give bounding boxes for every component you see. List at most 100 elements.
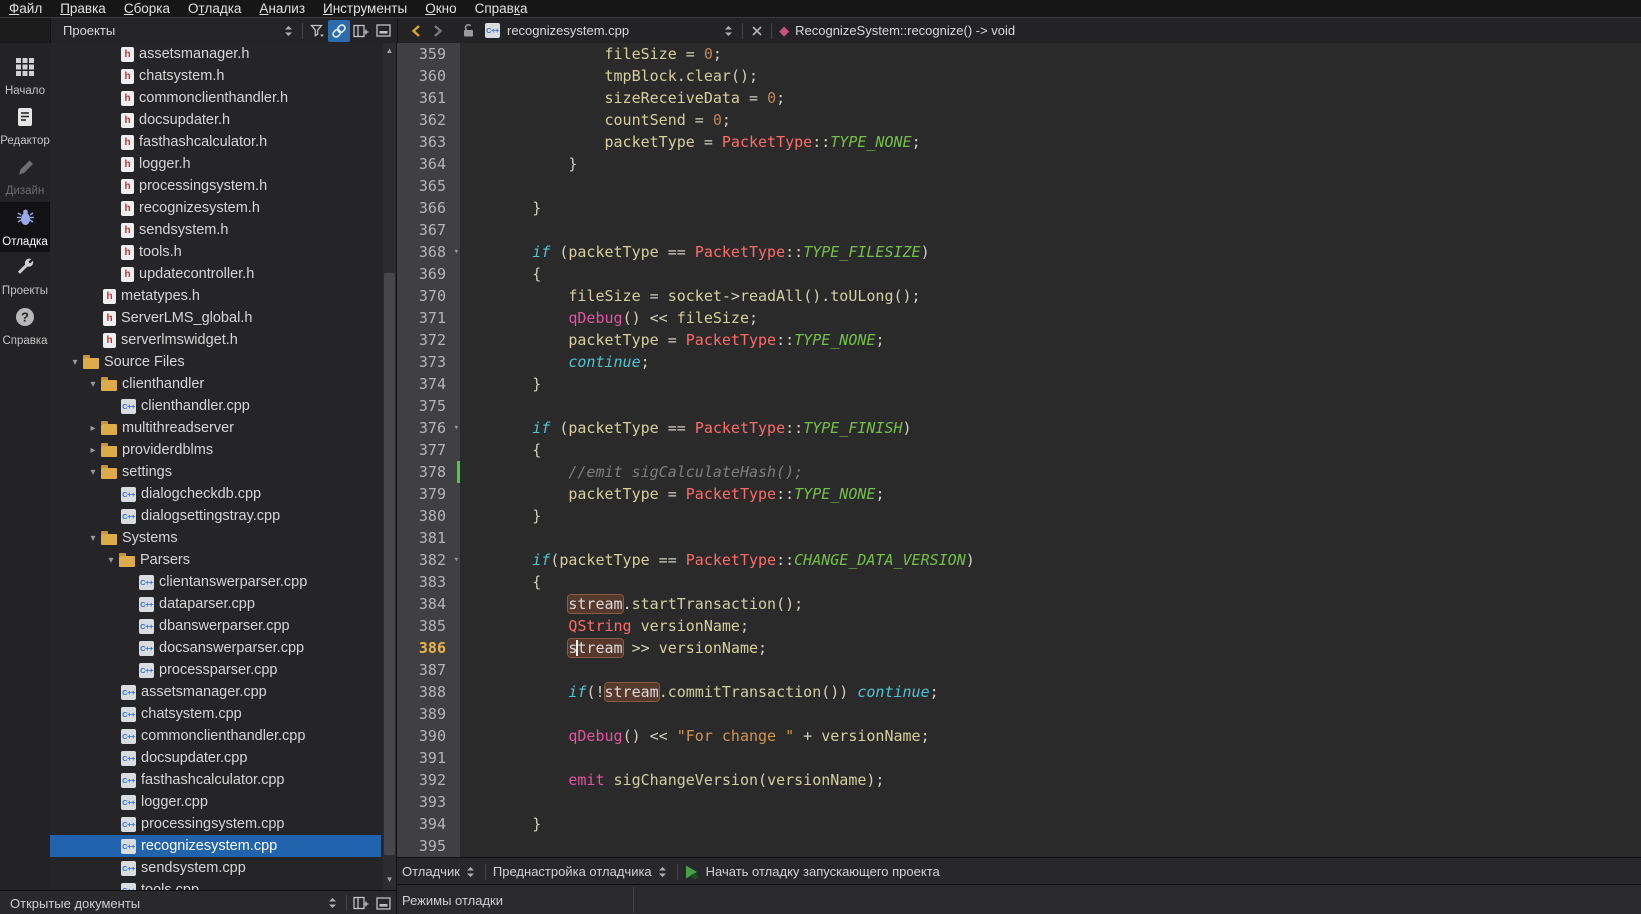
- open-documents-title[interactable]: Открытые документы: [10, 896, 140, 911]
- panel-selector-dropdown[interactable]: [277, 20, 299, 42]
- line-number[interactable]: 367: [397, 219, 460, 241]
- mode-welcome[interactable]: Начало: [0, 52, 50, 102]
- line-number[interactable]: 395: [397, 835, 460, 857]
- code-line[interactable]: qDebug() << fileSize;: [460, 307, 1641, 329]
- code-area[interactable]: fileSize = 0; tmpBlock.clear(); sizeRece…: [460, 43, 1641, 857]
- code-line[interactable]: countSend = 0;: [460, 109, 1641, 131]
- fold-marker-icon[interactable]: ▾: [454, 549, 459, 571]
- menu-item[interactable]: Правка: [51, 1, 115, 17]
- line-number[interactable]: 384: [397, 593, 460, 615]
- tree-file-row[interactable]: C++recognizesystem.cpp: [50, 835, 381, 857]
- line-number[interactable]: 393: [397, 791, 460, 813]
- code-line[interactable]: }: [460, 197, 1641, 219]
- split-panel-icon[interactable]: [350, 20, 372, 42]
- tree-folder-row[interactable]: ▾Systems: [50, 527, 381, 549]
- tree-folder-row[interactable]: ▾Parsers: [50, 549, 381, 571]
- tree-file-row[interactable]: C++docsupdater.cpp: [50, 747, 381, 769]
- projects-panel-title[interactable]: Проекты: [63, 23, 115, 38]
- chevron-down-icon[interactable]: ▾: [85, 379, 101, 390]
- line-number[interactable]: 362: [397, 109, 460, 131]
- panel-selector-dropdown[interactable]: [321, 892, 343, 914]
- tree-file-row[interactable]: C++dbanswerparser.cpp: [50, 615, 381, 637]
- tree-file-row[interactable]: C++logger.cpp: [50, 791, 381, 813]
- line-number[interactable]: 364: [397, 153, 460, 175]
- tree-file-row[interactable]: hrecognizesystem.h: [50, 197, 381, 219]
- chevron-right-icon[interactable]: ▸: [85, 445, 101, 456]
- debugger-preset-dropdown[interactable]: [652, 861, 674, 883]
- unlocked-icon[interactable]: [457, 20, 479, 42]
- code-line[interactable]: continue;: [460, 351, 1641, 373]
- line-number[interactable]: 378: [397, 461, 460, 483]
- start-debugging-icon[interactable]: [681, 861, 703, 883]
- code-line[interactable]: emit sigChangeVersion(versionName);: [460, 769, 1641, 791]
- line-number[interactable]: 383: [397, 571, 460, 593]
- code-line[interactable]: sizeReceiveData = 0;: [460, 87, 1641, 109]
- code-line[interactable]: qDebug() << "For change " + versionName;: [460, 725, 1641, 747]
- mode-projects[interactable]: Проекты: [0, 252, 50, 302]
- tree-file-row[interactable]: C++clienthandler.cpp: [50, 395, 381, 417]
- line-number[interactable]: 394: [397, 813, 460, 835]
- menu-item[interactable]: Инструменты: [314, 1, 416, 17]
- line-number[interactable]: 359: [397, 43, 460, 65]
- start-debugging-label[interactable]: Начать отладку запускающего проекта: [706, 864, 940, 879]
- code-line[interactable]: }: [460, 153, 1641, 175]
- split-panel-icon[interactable]: [350, 892, 372, 914]
- code-line[interactable]: [460, 747, 1641, 769]
- open-file-name[interactable]: recognizesystem.cpp: [507, 23, 629, 38]
- code-line[interactable]: [460, 219, 1641, 241]
- tree-file-row[interactable]: C++chatsystem.cpp: [50, 703, 381, 725]
- tree-file-row[interactable]: hsendsystem.h: [50, 219, 381, 241]
- code-line[interactable]: stream >> versionName;: [460, 637, 1641, 659]
- tree-file-row[interactable]: hchatsystem.h: [50, 65, 381, 87]
- tree-file-row[interactable]: C++clientanswerparser.cpp: [50, 571, 381, 593]
- tree-file-row[interactable]: hServerLMS_global.h: [50, 307, 381, 329]
- code-line[interactable]: [460, 791, 1641, 813]
- code-line[interactable]: tmpBlock.clear();: [460, 65, 1641, 87]
- tree-folder-row[interactable]: ▸multithreadserver: [50, 417, 381, 439]
- tree-file-row[interactable]: C++docsanswerparser.cpp: [50, 637, 381, 659]
- tree-file-row[interactable]: hlogger.h: [50, 153, 381, 175]
- line-number[interactable]: 381: [397, 527, 460, 549]
- tree-file-row[interactable]: hfasthashcalculator.h: [50, 131, 381, 153]
- code-line[interactable]: packetType = PacketType::TYPE_NONE;: [460, 483, 1641, 505]
- line-number[interactable]: 360: [397, 65, 460, 87]
- line-number[interactable]: 386: [397, 637, 460, 659]
- tree-file-row[interactable]: C++processparser.cpp: [50, 659, 381, 681]
- tree-file-row[interactable]: C++dialogsettingstray.cpp: [50, 505, 381, 527]
- code-line[interactable]: [460, 835, 1641, 857]
- code-line[interactable]: [460, 175, 1641, 197]
- code-line[interactable]: if(!stream.commitTransaction()) continue…: [460, 681, 1641, 703]
- tree-file-row[interactable]: C++dialogcheckdb.cpp: [50, 483, 381, 505]
- code-line[interactable]: QString versionName;: [460, 615, 1641, 637]
- code-line[interactable]: }: [460, 373, 1641, 395]
- code-line[interactable]: [460, 527, 1641, 549]
- tree-file-row[interactable]: hcommonclienthandler.h: [50, 87, 381, 109]
- line-number[interactable]: 377: [397, 439, 460, 461]
- line-number[interactable]: 376▾: [397, 417, 460, 439]
- chevron-down-icon[interactable]: ▾: [103, 555, 119, 566]
- tree-file-row[interactable]: hserverlmswidget.h: [50, 329, 381, 351]
- tree-file-row[interactable]: hupdatecontroller.h: [50, 263, 381, 285]
- code-line[interactable]: if (packetType == PacketType::TYPE_FINIS…: [460, 417, 1641, 439]
- menu-item[interactable]: Анализ: [250, 1, 314, 17]
- fold-marker-icon[interactable]: ▾: [454, 417, 459, 439]
- line-number[interactable]: 373: [397, 351, 460, 373]
- code-editor[interactable]: 359360361362363364365366367368▾369370371…: [397, 43, 1641, 857]
- tree-file-row[interactable]: htools.h: [50, 241, 381, 263]
- debugger-selector-dropdown[interactable]: [460, 861, 482, 883]
- line-number[interactable]: 375: [397, 395, 460, 417]
- menu-item[interactable]: Окно: [416, 1, 465, 17]
- line-number[interactable]: 379: [397, 483, 460, 505]
- line-number[interactable]: 371: [397, 307, 460, 329]
- line-number[interactable]: 372: [397, 329, 460, 351]
- line-number[interactable]: 391: [397, 747, 460, 769]
- debugger-selector[interactable]: Отладчик: [402, 864, 460, 879]
- line-number[interactable]: 361: [397, 87, 460, 109]
- menu-item[interactable]: Справка: [466, 1, 537, 17]
- tree-file-row[interactable]: C++tools.cpp: [50, 879, 381, 890]
- line-number[interactable]: 389: [397, 703, 460, 725]
- code-line[interactable]: packetType = PacketType::TYPE_NONE;: [460, 329, 1641, 351]
- tree-file-row[interactable]: C++processingsystem.cpp: [50, 813, 381, 835]
- tree-file-row[interactable]: C++dataparser.cpp: [50, 593, 381, 615]
- line-number[interactable]: 380: [397, 505, 460, 527]
